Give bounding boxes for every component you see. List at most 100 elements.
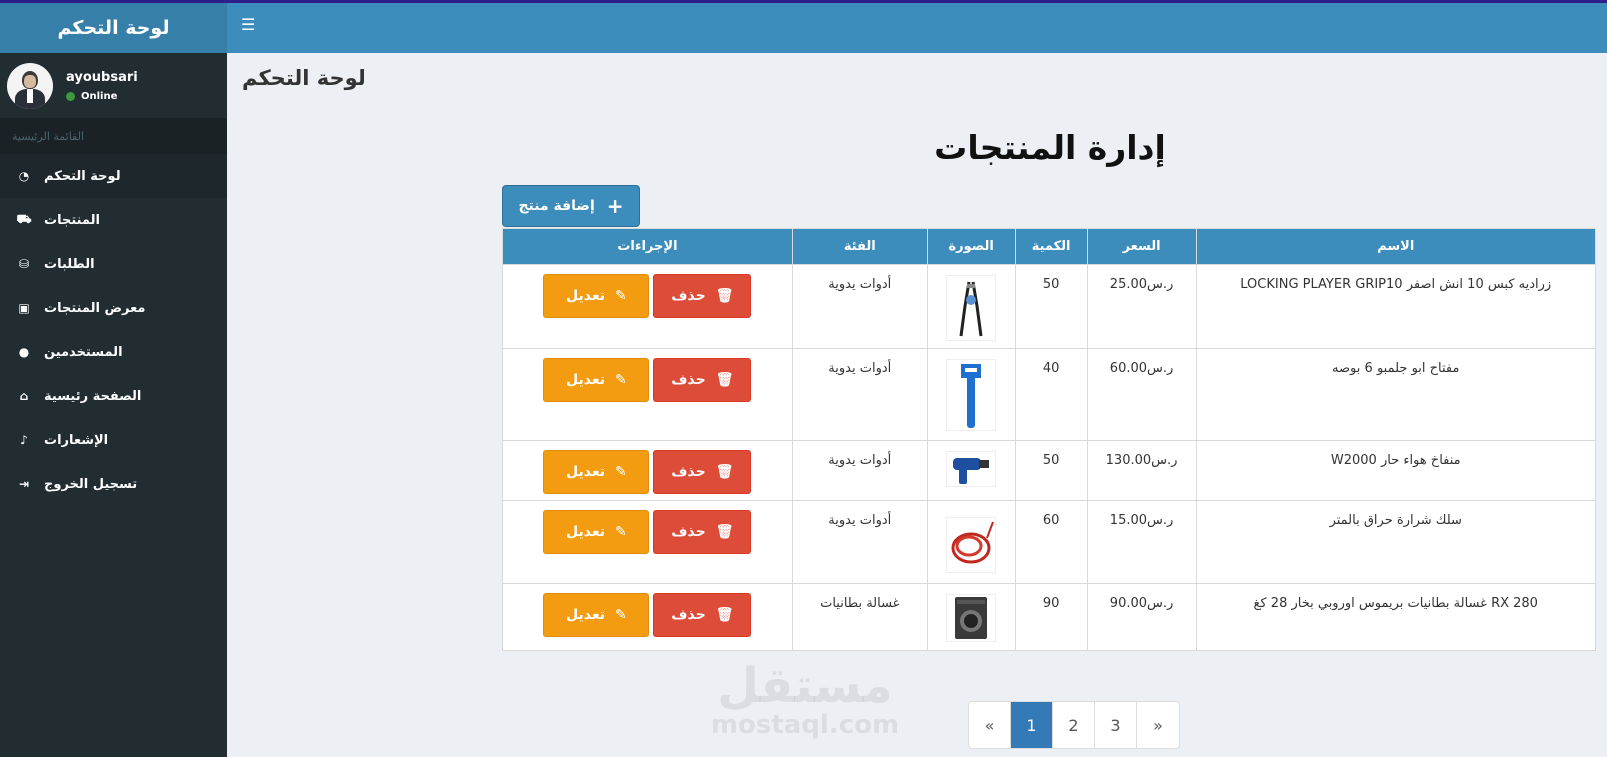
- sidebar-item-label: الطلبات: [44, 256, 95, 272]
- delete-button[interactable]: حذف 🗑: [653, 510, 752, 554]
- sidebar-item-home[interactable]: ⌂ الصفحة رئيسية: [0, 374, 227, 418]
- sidebar-item-users[interactable]: ● المستخدمين: [0, 330, 227, 374]
- delete-label: حذف: [671, 288, 706, 304]
- user-panel: ayoubsari Online: [0, 53, 227, 118]
- edit-icon: ✎: [615, 524, 627, 540]
- price-cell: ر.س25.00: [1086, 264, 1197, 349]
- avatar: [7, 62, 53, 109]
- user-status: Online: [66, 91, 138, 102]
- edit-icon: ✎: [615, 464, 627, 480]
- page-2-button[interactable]: 2: [1053, 702, 1095, 748]
- price-cell: ر.س130.00: [1086, 440, 1197, 501]
- pliers-image[interactable]: [946, 275, 997, 341]
- user-status-label: Online: [81, 90, 118, 102]
- edit-label: تعديل: [566, 372, 606, 388]
- col-image: الصورة: [926, 228, 1016, 265]
- actions-cell: تعديل ✎ حذف 🗑: [502, 583, 793, 651]
- col-price: السعر: [1086, 228, 1197, 265]
- bell-icon: ♪: [20, 433, 28, 447]
- delete-label: حذف: [671, 524, 706, 540]
- orders-icon: ⛁: [18, 257, 30, 271]
- col-quantity: الكمية: [1014, 228, 1088, 265]
- heat-gun-image[interactable]: [946, 451, 997, 487]
- edit-label: تعديل: [566, 524, 606, 540]
- add-product-button[interactable]: إضافة منتج +: [502, 185, 640, 227]
- watermark-arabic: مستقل: [717, 658, 893, 714]
- col-category: الفئة: [791, 228, 928, 265]
- edit-label: تعديل: [566, 607, 606, 623]
- sidebar-item-label: المنتجات: [44, 212, 100, 228]
- edit-icon: ✎: [615, 288, 627, 304]
- page-title: لوحة التحكم: [242, 66, 366, 90]
- delete-label: حذف: [671, 607, 706, 623]
- name-cell: مفتاح ابو جلمبو 6 بوصه: [1195, 348, 1597, 441]
- category-cell: أدوات يدوية: [791, 440, 928, 501]
- cable-image[interactable]: [946, 517, 997, 573]
- add-product-label: إضافة منتج: [518, 198, 595, 214]
- actions-cell: تعديل ✎ حذف 🗑: [502, 264, 793, 349]
- page-prev-button[interactable]: «: [969, 702, 1011, 748]
- logo[interactable]: لوحة التحكم: [0, 3, 227, 53]
- pagination: « 1 2 3 »: [968, 701, 1180, 749]
- user-icon: ●: [18, 345, 30, 359]
- edit-button[interactable]: تعديل ✎: [543, 358, 650, 402]
- edit-button[interactable]: تعديل ✎: [543, 450, 650, 494]
- image-cell: [926, 583, 1016, 651]
- edit-icon: ✎: [615, 607, 627, 623]
- image-cell: [926, 500, 1016, 584]
- delete-button[interactable]: حذف 🗑: [653, 274, 752, 318]
- sidebar: لوحة التحكم ayoubsari Online القائمة الر…: [0, 3, 227, 757]
- sidebar-item-gallery[interactable]: ▣ معرض المنتجات: [0, 286, 227, 330]
- category-cell: أدوات يدوية: [791, 500, 928, 584]
- image-cell: [926, 348, 1016, 441]
- online-dot-icon: [66, 91, 75, 101]
- table-row: تعديل ✎ حذف 🗑 أدوات يدوية 50 ر.س130.00 Wمن…: [502, 440, 1597, 501]
- sidebar-item-notifications[interactable]: ♪ الإشعارات: [0, 418, 227, 462]
- quantity-cell: 90: [1014, 583, 1088, 651]
- washer-image[interactable]: [946, 594, 997, 642]
- user-name: ayoubsari: [66, 69, 138, 85]
- delete-button[interactable]: حذف 🗑: [653, 450, 752, 494]
- delete-label: حذف: [671, 464, 706, 480]
- image-cell: [926, 264, 1016, 349]
- cart-icon: ⛟: [16, 212, 32, 226]
- table-row: تعديل ✎ حذف 🗑 أدوات يدوية 40 ر.س60.00 مفتا…: [502, 348, 1597, 441]
- table-header-row: الإجراءات الفئة الصورة الكمية السعر الاس…: [502, 228, 1597, 265]
- sidebar-item-logout[interactable]: ⇥ تسجيل الخروج: [0, 462, 227, 506]
- name-cell: Wمنفاخ هواء حار 2000: [1195, 440, 1597, 501]
- quantity-cell: 40: [1014, 348, 1088, 441]
- trash-icon: 🗑: [715, 607, 734, 623]
- price-cell: ر.س15.00: [1086, 500, 1197, 584]
- page-3-button[interactable]: 3: [1095, 702, 1137, 748]
- page-next-button[interactable]: »: [1137, 702, 1179, 748]
- trash-icon: 🗑: [715, 288, 734, 304]
- watermark: مستقل mostaql.com: [705, 660, 905, 738]
- col-actions: الإجراءات: [502, 228, 793, 265]
- wrench-image[interactable]: [946, 359, 997, 431]
- actions-cell: تعديل ✎ حذف 🗑: [502, 500, 793, 584]
- price-cell: ر.س60.00: [1086, 348, 1197, 441]
- sidebar-item-orders[interactable]: ⛁ الطلبات: [0, 242, 227, 286]
- trash-icon: 🗑: [715, 464, 734, 480]
- home-icon: ⌂: [19, 389, 29, 403]
- edit-button[interactable]: تعديل ✎: [543, 510, 650, 554]
- edit-button[interactable]: تعديل ✎: [543, 593, 650, 637]
- sidebar-item-dashboard[interactable]: ◔ لوحة التحكم: [0, 154, 227, 198]
- image-icon: ▣: [18, 301, 30, 315]
- sidebar-item-label: لوحة التحكم: [44, 168, 121, 184]
- hamburger-menu-icon[interactable]: ☰: [241, 17, 255, 33]
- edit-button[interactable]: تعديل ✎: [543, 274, 650, 318]
- name-cell: سلك شرارة حراق بالمتر: [1195, 500, 1597, 584]
- page-1-button[interactable]: 1: [1011, 702, 1053, 748]
- sidebar-item-label: تسجيل الخروج: [44, 476, 138, 492]
- delete-button[interactable]: حذف 🗑: [653, 358, 752, 402]
- delete-button[interactable]: حذف 🗑: [653, 593, 752, 637]
- top-header: ☰: [227, 3, 1607, 53]
- user-info: ayoubsari Online: [66, 70, 138, 102]
- quantity-cell: 50: [1014, 264, 1088, 349]
- dashboard-icon: ◔: [18, 169, 30, 183]
- table-row: تعديل ✎ حذف 🗑 غسالة بطانيات 90 ر.س90.00 غس…: [502, 583, 1597, 651]
- sidebar-item-products[interactable]: ⛟ المنتجات: [0, 198, 227, 242]
- actions-cell: تعديل ✎ حذف 🗑: [502, 348, 793, 441]
- section-title: إدارة المنتجات: [934, 128, 1166, 167]
